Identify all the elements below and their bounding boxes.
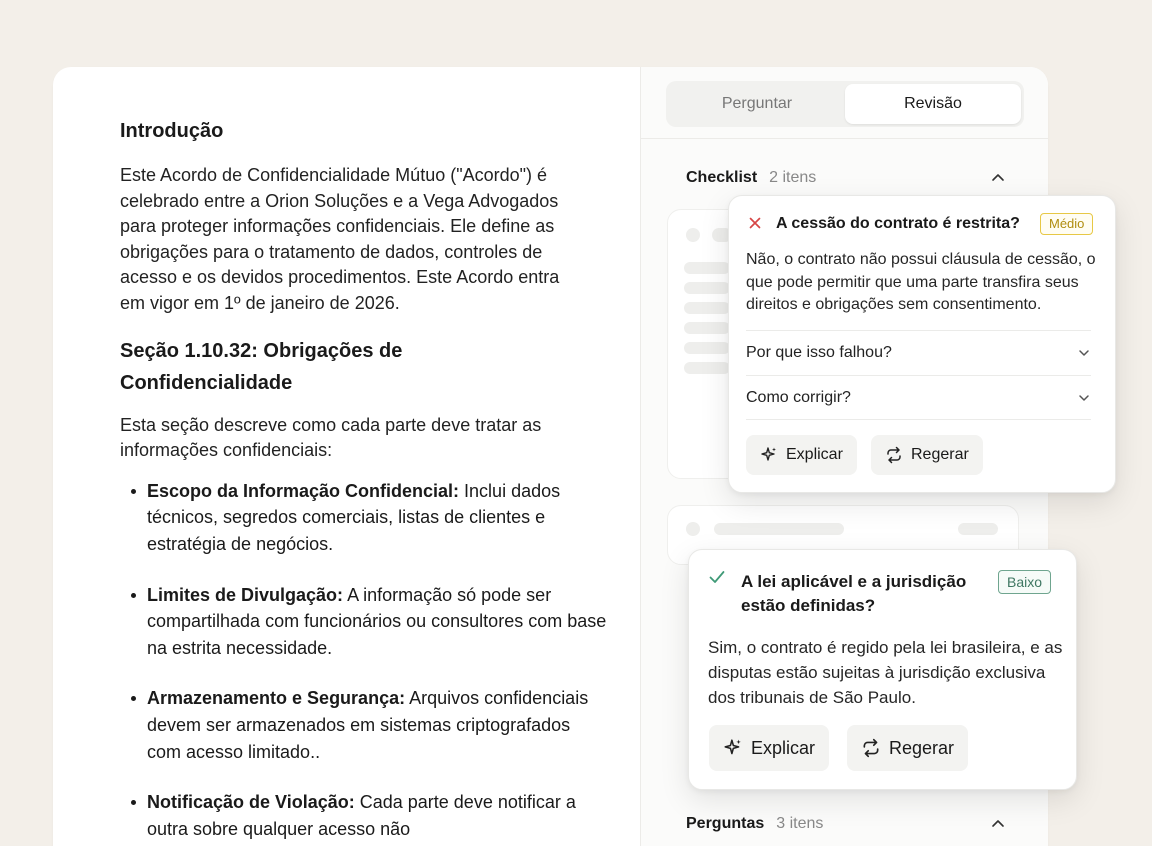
accordion-why-failed[interactable]: Por que isso falhou? [746, 330, 1091, 375]
questions-header[interactable]: Perguntas 3 itens [686, 812, 1006, 836]
panel-divider [641, 138, 1048, 139]
list-item-term: Armazenamento e Segurança: [147, 688, 406, 709]
sparkle-icon [761, 447, 776, 461]
section-paragraph: Esta seção descreve como cada parte deve… [120, 414, 542, 461]
list-item: Notificação de Violação: Cada parte deve… [120, 789, 608, 842]
checklist-header[interactable]: Checklist 2 itens [686, 166, 1006, 190]
sparkle-icon [724, 739, 741, 755]
chevron-down-icon [1077, 391, 1091, 410]
list-item: Limites de Divulgação: A informação só p… [120, 582, 608, 662]
chevron-up-icon[interactable] [990, 816, 1006, 837]
check-detail-popover: A cessão do contrato é restrita? Médio N… [728, 195, 1116, 493]
intro-heading: Introdução [120, 120, 224, 142]
list-item: Armazenamento e Segurança: Arquivos conf… [120, 685, 608, 765]
accordion-label: Por que isso falhou? [746, 344, 892, 361]
regenerate-button[interactable]: Regerar [871, 435, 983, 475]
obligations-list: Escopo da Informação Confidencial: Inclu… [120, 478, 640, 843]
section-heading: Seção 1.10.32: Obrigações de Confidencia… [120, 339, 403, 394]
repeat-icon [887, 446, 901, 464]
list-item-term: Escopo da Informação Confidencial: [147, 480, 460, 501]
explain-label: Explicar [751, 737, 816, 758]
regenerate-button[interactable]: Regerar [847, 725, 969, 771]
tab-review[interactable]: Revisão [845, 84, 1021, 124]
explain-button[interactable]: Explicar [746, 435, 857, 475]
check-detail-popover: A lei aplicável e a jurisdição estão def… [688, 549, 1077, 790]
check-icon [709, 570, 725, 589]
document-pane: Introdução Este Acordo de Confidencialid… [53, 67, 640, 846]
x-icon [749, 216, 761, 234]
questions-count: 3 itens [776, 815, 824, 832]
check-answer: Sim, o contrato é regido pela lei brasil… [708, 638, 1063, 707]
list-item-term: Limites de Divulgação: [147, 584, 344, 605]
check-question: A lei aplicável e a jurisdição estão def… [741, 572, 967, 615]
severity-badge: Baixo [998, 570, 1052, 594]
explain-label: Explicar [786, 446, 843, 463]
chevron-down-icon [1077, 346, 1091, 365]
tab-ask[interactable]: Perguntar [669, 84, 845, 124]
regenerate-label: Regerar [911, 446, 969, 463]
check-question: A cessão do contrato é restrita? [776, 215, 1020, 232]
list-item-term: Notificação de Violação: [147, 792, 355, 813]
check-answer: Não, o contrato não possui cláusula de c… [746, 251, 1096, 313]
checklist-count: 2 itens [769, 169, 817, 186]
severity-badge: Médio [1040, 213, 1094, 235]
explain-button[interactable]: Explicar [709, 725, 830, 771]
chevron-up-icon[interactable] [990, 170, 1006, 191]
app-background: Introdução Este Acordo de Confidencialid… [0, 0, 1152, 846]
repeat-icon [863, 738, 879, 758]
accordion-how-to-fix[interactable]: Como corrigir? [746, 375, 1091, 420]
accordion-label: Como corrigir? [746, 388, 851, 406]
questions-title: Perguntas [686, 815, 765, 832]
regenerate-label: Regerar [889, 737, 955, 758]
tab-bar: Perguntar Revisão [666, 81, 1024, 127]
list-item: Escopo da Informação Confidencial: Inclu… [120, 478, 608, 558]
intro-paragraph: Este Acordo de Confidencialidade Mútuo (… [120, 165, 560, 313]
checklist-title: Checklist [686, 169, 758, 186]
